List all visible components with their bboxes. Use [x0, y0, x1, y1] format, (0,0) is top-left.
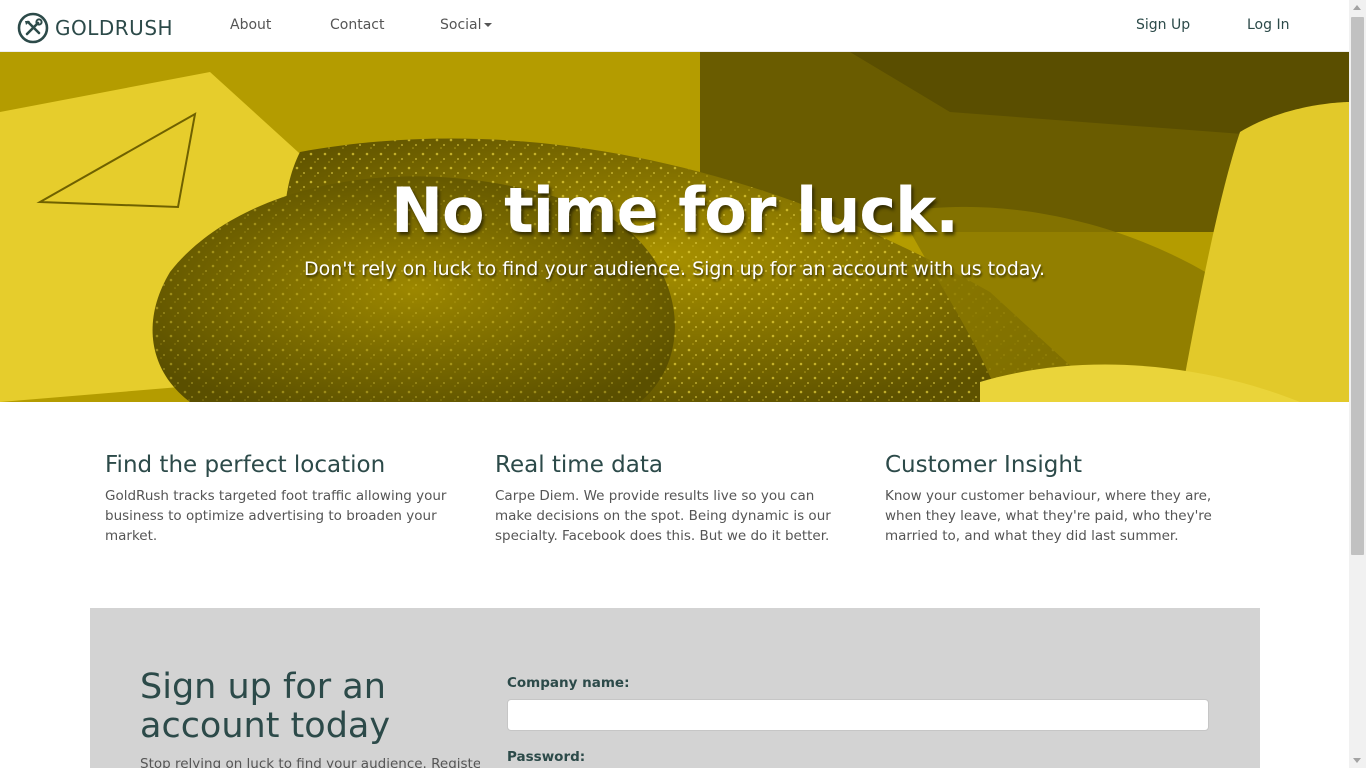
scrollbar-thumb[interactable]	[1351, 17, 1364, 555]
brand-name: GOLDRUSH	[55, 16, 174, 40]
scroll-down-arrow-icon[interactable]	[1353, 758, 1361, 763]
feature-real-time-data: Real time data Carpe Diem. We provide re…	[495, 452, 855, 546]
feature-find-location: Find the perfect location GoldRush track…	[105, 452, 465, 546]
signup-description: Stop relying on luck to find your audien…	[140, 756, 480, 768]
company-name-label: Company name:	[507, 675, 630, 691]
nav-social-label: Social	[440, 17, 482, 33]
password-label: Password:	[507, 749, 586, 765]
nav-social-dropdown[interactable]: Social	[440, 17, 492, 33]
chevron-down-icon	[483, 23, 492, 27]
nav-signup-link[interactable]: Sign Up	[1136, 17, 1190, 33]
hero-subtitle: Don't rely on luck to find your audience…	[303, 258, 1046, 280]
feature-text: Know your customer behaviour, where they…	[885, 488, 1212, 544]
scroll-up-arrow-icon[interactable]	[1353, 5, 1361, 10]
hero-title: No time for luck.	[391, 174, 959, 247]
crossed-tools-logo-icon	[17, 12, 49, 44]
signup-title: Sign up for an account today	[140, 667, 391, 746]
page-scrollbar[interactable]	[1349, 0, 1366, 768]
hero-banner: No time for luck. Don't rely on luck to …	[0, 52, 1349, 402]
feature-title: Find the perfect location	[105, 452, 386, 478]
feature-title: Customer Insight	[885, 452, 1082, 478]
feature-text: Carpe Diem. We provide results live so y…	[495, 488, 831, 544]
signup-panel: Sign up for an account today Stop relyin…	[90, 608, 1260, 768]
feature-customer-insight: Customer Insight Know your customer beha…	[885, 452, 1245, 546]
feature-title: Real time data	[495, 452, 663, 478]
nav-about-link[interactable]: About	[230, 17, 271, 33]
nav-login-link[interactable]: Log In	[1247, 17, 1289, 33]
nav-contact-link[interactable]: Contact	[330, 17, 384, 33]
brand-logo-link[interactable]: GOLDRUSH	[17, 12, 173, 44]
feature-text: GoldRush tracks targeted foot traffic al…	[105, 488, 447, 544]
top-navbar: GOLDRUSH About Contact Social Sign Up Lo…	[0, 0, 1349, 52]
company-name-input[interactable]	[507, 699, 1209, 731]
